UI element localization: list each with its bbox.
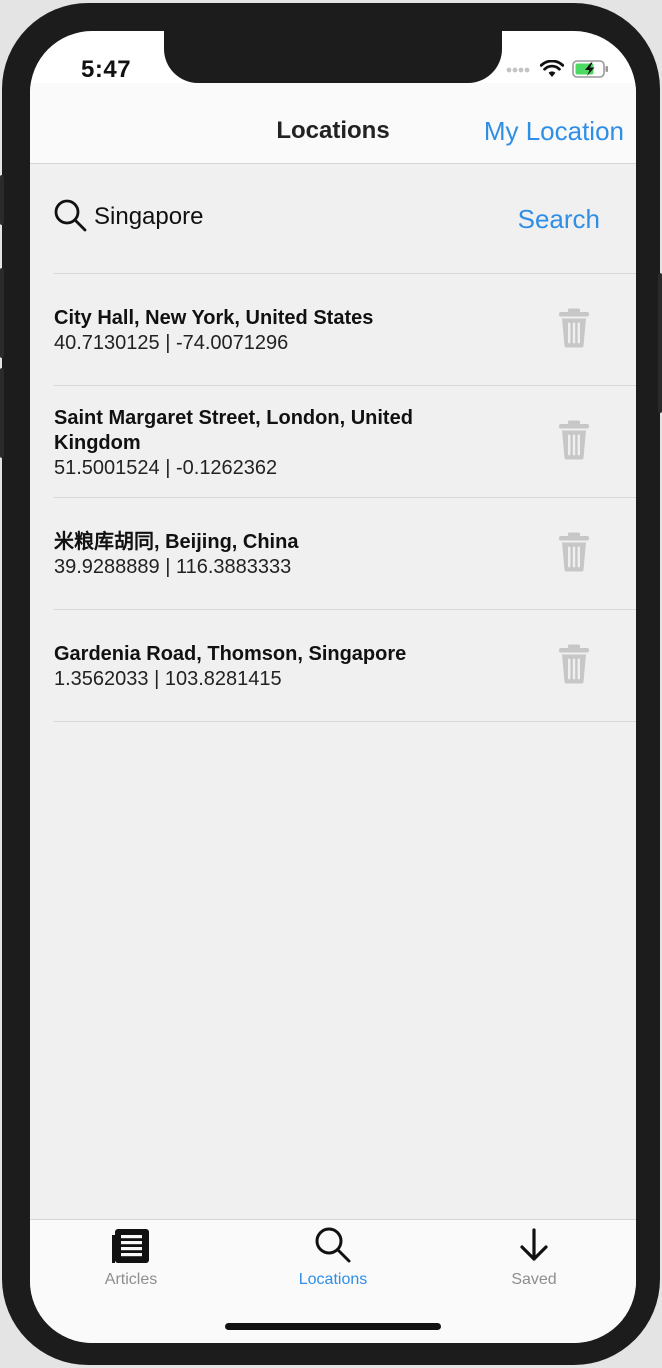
main-content: Search City Hall, New York, United State…	[30, 164, 636, 1219]
notch	[164, 31, 502, 83]
wifi-icon	[540, 60, 564, 77]
search-icon	[53, 198, 89, 239]
location-text: Gardenia Road, Thomson, Singapore 1.3562…	[54, 642, 474, 692]
location-name: City Hall, New York, United States	[54, 307, 374, 329]
status-time: 5:47	[81, 56, 132, 83]
home-indicator[interactable]	[225, 1323, 441, 1330]
location-text: 米粮库胡同, Beijing, China 39.9288889 | 116.3…	[54, 530, 474, 580]
location-name: 米粮库胡同, Beijing, China	[54, 531, 299, 553]
location-text: Saint Margaret Street, London, United Ki…	[54, 406, 474, 481]
cellular-signal-icon	[506, 67, 530, 73]
power-button	[658, 273, 662, 413]
trash-icon[interactable]	[558, 644, 590, 689]
location-coordinates: 39.9288889 | 116.3883333	[54, 556, 292, 578]
battery-charging-icon	[572, 60, 608, 78]
location-coordinates: 51.5001524 | -0.1262362	[54, 457, 278, 479]
search-input[interactable]	[94, 200, 394, 234]
tab-saved[interactable]: Saved	[464, 1226, 604, 1289]
locations-list: City Hall, New York, United States 40.71…	[54, 273, 636, 722]
device-frame: 5:47 Locations My Location Singapore Sea…	[0, 3, 662, 1365]
volume-down-button	[0, 368, 4, 458]
location-text: City Hall, New York, United States 40.71…	[54, 306, 474, 356]
screen: 5:47 Locations My Location Singapore Sea…	[30, 31, 636, 1343]
search-icon	[315, 1227, 351, 1263]
location-name: Gardenia Road, Thomson, Singapore	[54, 643, 407, 665]
tab-label: Saved	[511, 1271, 557, 1288]
download-arrow-icon	[520, 1228, 548, 1261]
location-coordinates: 1.3562033 | 103.8281415	[54, 668, 282, 690]
location-row[interactable]: Saint Margaret Street, London, United Ki…	[54, 386, 636, 498]
search-bar: Search	[30, 164, 636, 274]
navigation-bar: Locations My Location	[30, 83, 636, 164]
trash-icon[interactable]	[558, 532, 590, 577]
tab-label: Locations	[298, 1271, 368, 1288]
tab-locations[interactable]: Locations	[263, 1226, 403, 1289]
location-coordinates: 40.7130125 | -74.0071296	[54, 332, 289, 354]
volume-up-button	[0, 268, 4, 358]
tab-label: Articles	[104, 1271, 158, 1288]
mute-switch	[0, 175, 4, 225]
location-row[interactable]: Gardenia Road, Thomson, Singapore 1.3562…	[54, 610, 636, 722]
location-name: Saint Margaret Street, London, United Ki…	[54, 407, 413, 454]
status-icons	[506, 59, 610, 79]
articles-icon	[112, 1229, 149, 1263]
my-location-button[interactable]: My Location	[484, 116, 624, 147]
trash-icon[interactable]	[558, 308, 590, 353]
location-row[interactable]: City Hall, New York, United States 40.71…	[54, 274, 636, 386]
tab-articles[interactable]: Articles	[61, 1226, 201, 1289]
search-button[interactable]: Search	[518, 204, 600, 235]
trash-icon[interactable]	[558, 420, 590, 465]
location-row[interactable]: 米粮库胡同, Beijing, China 39.9288889 | 116.3…	[54, 498, 636, 610]
